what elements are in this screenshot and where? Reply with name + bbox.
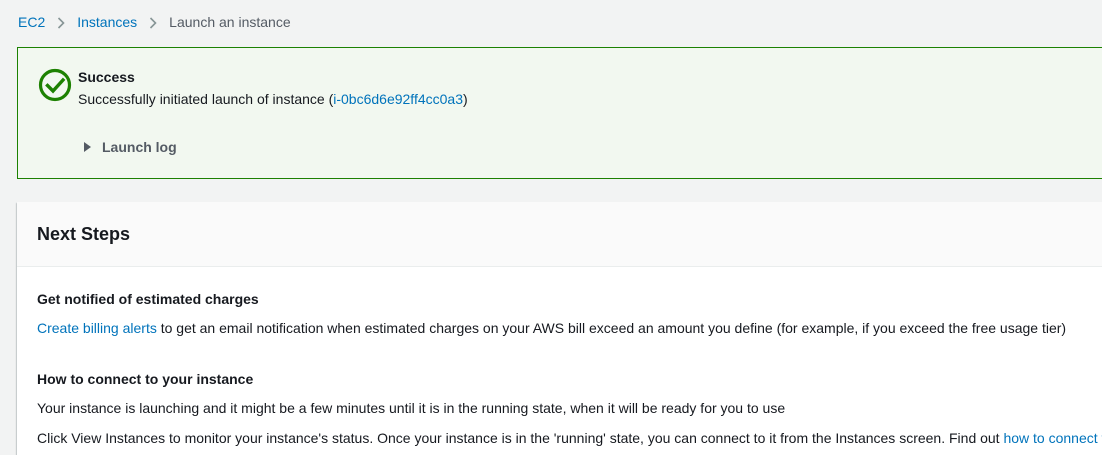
breadcrumb-current: Launch an instance	[169, 14, 291, 30]
chevron-right-icon	[45, 12, 77, 32]
panel-header: Next Steps	[17, 202, 1102, 267]
caret-right-icon	[84, 142, 91, 152]
page: EC2 Instances Launch an instance Success…	[0, 0, 1102, 455]
create-billing-alerts-link[interactable]: Create billing alerts	[37, 320, 157, 336]
check-circle-icon	[38, 68, 72, 102]
success-flashbar: Success Successfully initiated launch of…	[17, 47, 1102, 179]
flash-message-suffix: )	[462, 91, 468, 107]
connect-heading: How to connect to your instance	[37, 371, 254, 387]
connect-line-1: Your instance is launching and it might …	[37, 400, 786, 416]
panel-title: Next Steps	[37, 224, 131, 244]
billing-text: Create billing alerts to get an email no…	[37, 319, 1066, 337]
connect-line-2-text: Click View Instances to monitor your ins…	[37, 430, 1004, 446]
launch-log-toggle[interactable]: Launch log	[84, 138, 177, 156]
next-steps-panel: Next Steps Get notified of estimated cha…	[17, 202, 1102, 455]
breadcrumb-instances[interactable]: Instances	[77, 12, 137, 32]
launch-log-label: Launch log	[102, 139, 177, 155]
connect-line-2: Click View Instances to monitor your ins…	[37, 429, 1102, 447]
flash-message-prefix: Successfully initiated launch of instanc…	[78, 91, 334, 107]
billing-description: to get an email notification when estima…	[156, 320, 1067, 336]
chevron-right-icon	[137, 12, 169, 32]
instance-id-link[interactable]: i-0bc6d6e92ff4cc0a3	[333, 91, 463, 107]
breadcrumb-ec2[interactable]: EC2	[18, 12, 45, 32]
breadcrumb: EC2 Instances Launch an instance	[18, 12, 291, 32]
flash-title: Success	[78, 69, 135, 85]
billing-heading: Get notified of estimated charges	[37, 291, 259, 307]
how-to-connect-link[interactable]: how to connect to your instance	[1003, 430, 1102, 446]
flash-message: Successfully initiated launch of instanc…	[78, 90, 468, 108]
